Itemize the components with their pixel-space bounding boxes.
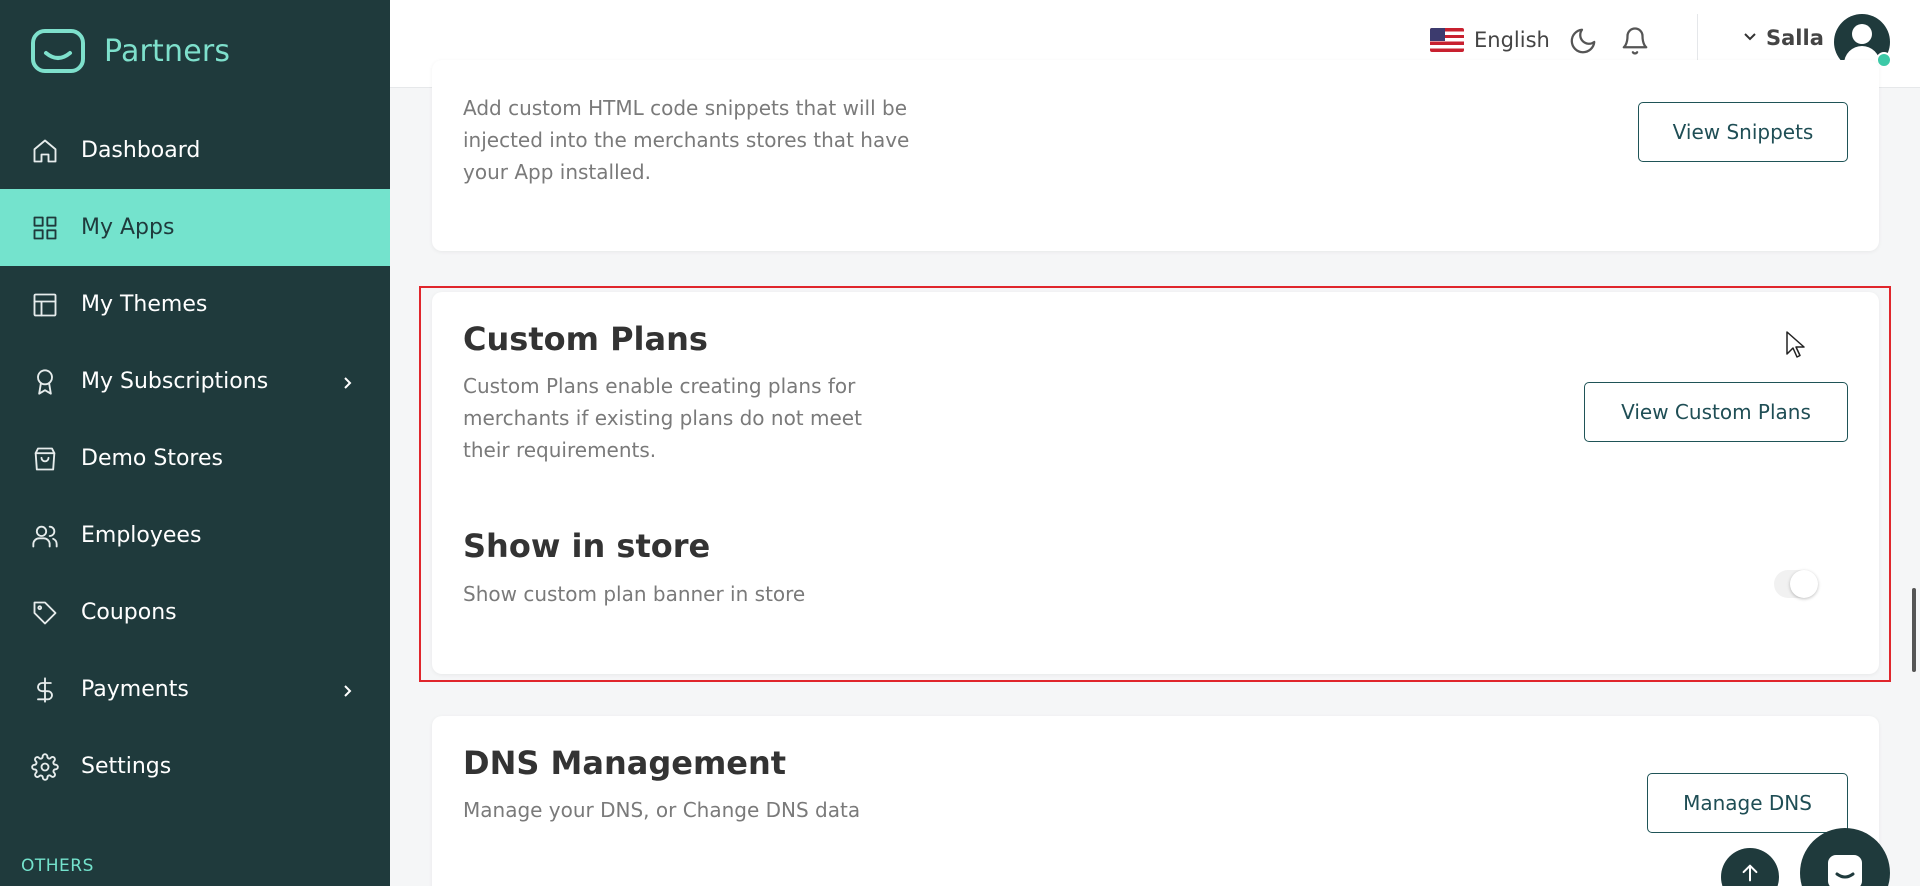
view-snippets-button[interactable]: View Snippets (1638, 102, 1848, 162)
sidebar-item-label: Settings (81, 754, 172, 779)
chevron-right-icon[interactable] (340, 375, 354, 389)
layout-icon (30, 290, 60, 320)
sidebar-item-label: My Subscriptions (81, 369, 269, 394)
sidebar-item-employees[interactable]: Employees (0, 497, 390, 574)
brand[interactable]: Partners (30, 28, 230, 74)
sidebar-item-label: Payments (81, 677, 189, 702)
sidebar-item-dashboard[interactable]: Dashboard (0, 112, 390, 189)
sidebar-item-label: Demo Stores (81, 446, 223, 471)
home-icon (30, 136, 60, 166)
chevron-down-icon (1742, 28, 1758, 48)
sidebar-item-my-subscriptions[interactable]: My Subscriptions (0, 343, 390, 420)
sidebar-item-label: Employees (81, 523, 202, 548)
award-icon (30, 367, 60, 397)
dollar-icon (30, 675, 60, 705)
mouse-cursor-icon (1786, 331, 1805, 358)
user-menu[interactable]: Salla (1742, 26, 1824, 50)
sidebar-nav: Dashboard My Apps My Themes My Subscript… (0, 112, 390, 805)
bell-icon[interactable] (1620, 26, 1652, 58)
gear-icon (30, 752, 60, 782)
sidebar-item-label: Dashboard (81, 138, 201, 163)
snippets-card: Add custom HTML code snippets that will … (432, 60, 1879, 251)
chevron-right-icon[interactable] (340, 683, 354, 697)
dns-title: DNS Management (463, 744, 787, 782)
partners-logo-icon (31, 29, 85, 73)
manage-dns-button[interactable]: Manage DNS (1647, 773, 1848, 833)
sidebar-item-demo-stores[interactable]: Demo Stores (0, 420, 390, 497)
tag-icon (30, 598, 60, 628)
chat-icon (1828, 855, 1862, 886)
sidebar-item-coupons[interactable]: Coupons (0, 574, 390, 651)
shopping-bag-icon (30, 444, 60, 474)
sidebar: Partners Dashboard My Apps My Themes My … (0, 0, 390, 886)
sidebar-item-payments[interactable]: Payments (0, 651, 390, 728)
dns-description: Manage your DNS, or Change DNS data (463, 798, 861, 822)
arrow-up-icon (1742, 864, 1758, 882)
brand-name: Partners (104, 33, 231, 69)
dns-card: DNS Management Manage your DNS, or Chang… (432, 716, 1879, 886)
sidebar-item-my-themes[interactable]: My Themes (0, 266, 390, 343)
sidebar-item-label: My Themes (81, 292, 208, 317)
sidebar-item-label: My Apps (81, 215, 175, 240)
sidebar-item-my-apps[interactable]: My Apps (0, 189, 390, 266)
sidebar-item-label: Coupons (81, 600, 177, 625)
language-label: English (1474, 28, 1550, 52)
others-section-label: OTHERS (21, 856, 94, 876)
grid-icon (30, 213, 60, 243)
scrollbar-thumb[interactable] (1912, 588, 1916, 672)
us-flag-icon (1430, 28, 1464, 52)
snippets-description: Add custom HTML code snippets that will … (463, 96, 910, 184)
users-icon (30, 521, 60, 551)
user-name: Salla (1766, 26, 1824, 50)
sidebar-item-settings[interactable]: Settings (0, 728, 390, 805)
moon-icon[interactable] (1568, 26, 1600, 58)
language-selector[interactable]: English (1430, 28, 1550, 52)
highlight-box (419, 286, 1891, 682)
